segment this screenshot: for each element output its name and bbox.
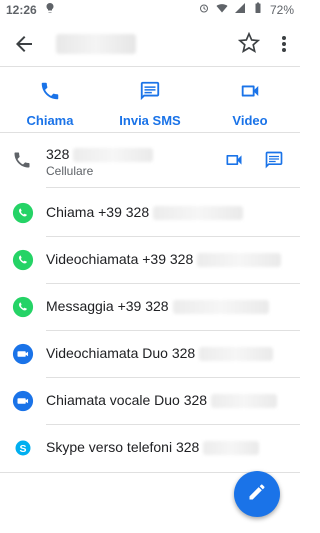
list-item-label: Messaggia +39 328 [46, 298, 269, 315]
duo-icon [12, 390, 34, 412]
list-item[interactable]: Chiama +39 328 [0, 190, 300, 236]
svg-text:S: S [19, 443, 26, 455]
edit-contact-button[interactable] [234, 471, 280, 517]
videocam-icon[interactable] [224, 150, 244, 170]
signal-icon [234, 2, 246, 17]
contact-name-redacted [56, 34, 136, 54]
whatsapp-icon [12, 202, 34, 224]
contact-actions: Chiama Invia SMS Video [0, 70, 300, 132]
divider [46, 187, 300, 188]
list-item[interactable]: S Skype verso telefoni 328 [0, 425, 300, 471]
list-item[interactable]: Videochiamata +39 328 [0, 237, 300, 283]
sms-action-label: Invia SMS [119, 113, 181, 128]
list-item[interactable]: Messaggia +39 328 [0, 284, 300, 330]
star-icon[interactable] [237, 31, 261, 54]
top-app-bar [0, 22, 300, 66]
whatsapp-icon [12, 296, 34, 318]
status-time: 12:26 [6, 3, 37, 17]
alarm-icon [198, 2, 210, 17]
duo-icon [12, 343, 34, 365]
message-icon[interactable] [264, 150, 284, 170]
status-bar: 12:26 72% [0, 0, 300, 20]
battery-level: 72% [269, 2, 294, 17]
wifi-icon [216, 2, 228, 17]
list-item[interactable]: Chiamata vocale Duo 328 [0, 378, 300, 424]
phone-number-row[interactable]: 328 Cellulare [0, 138, 300, 184]
list-item-label: Videochiamata +39 328 [46, 251, 282, 268]
call-action-label: Chiama [26, 113, 74, 128]
phone-type: Cellulare [46, 164, 94, 178]
video-action-button[interactable]: Video [200, 70, 300, 132]
list-item-label: Videochiamata Duo 328 [46, 345, 274, 362]
phone-number: 328 [46, 146, 154, 163]
redacted-digits [211, 394, 278, 409]
redacted-digits [203, 441, 260, 456]
message-icon [139, 80, 161, 107]
list-item-label: Chiama +39 328 [46, 204, 244, 221]
phone-icon [12, 150, 34, 172]
divider [0, 66, 300, 67]
call-action-button[interactable]: Chiama [0, 70, 100, 132]
pencil-icon [247, 482, 267, 507]
video-action-label: Video [232, 113, 268, 128]
phone-icon [39, 80, 61, 107]
skype-icon: S [14, 439, 32, 457]
divider [0, 132, 300, 133]
redacted-digits [197, 253, 282, 268]
sms-action-button[interactable]: Invia SMS [100, 70, 200, 132]
videocam-icon [239, 80, 261, 107]
back-arrow-icon[interactable] [12, 32, 36, 56]
more-vert-icon[interactable] [280, 32, 288, 56]
list-item-label: Skype verso telefoni 328 [46, 439, 260, 456]
whatsapp-icon [12, 249, 34, 271]
redacted-digits [73, 148, 154, 163]
lightbulb-icon [44, 2, 56, 17]
battery-icon [252, 2, 264, 17]
list-item[interactable]: Videochiamata Duo 328 [0, 331, 300, 377]
redacted-digits [199, 347, 274, 362]
redacted-digits [153, 206, 244, 221]
list-item-label: Chiamata vocale Duo 328 [46, 392, 278, 409]
redacted-digits [172, 300, 269, 315]
